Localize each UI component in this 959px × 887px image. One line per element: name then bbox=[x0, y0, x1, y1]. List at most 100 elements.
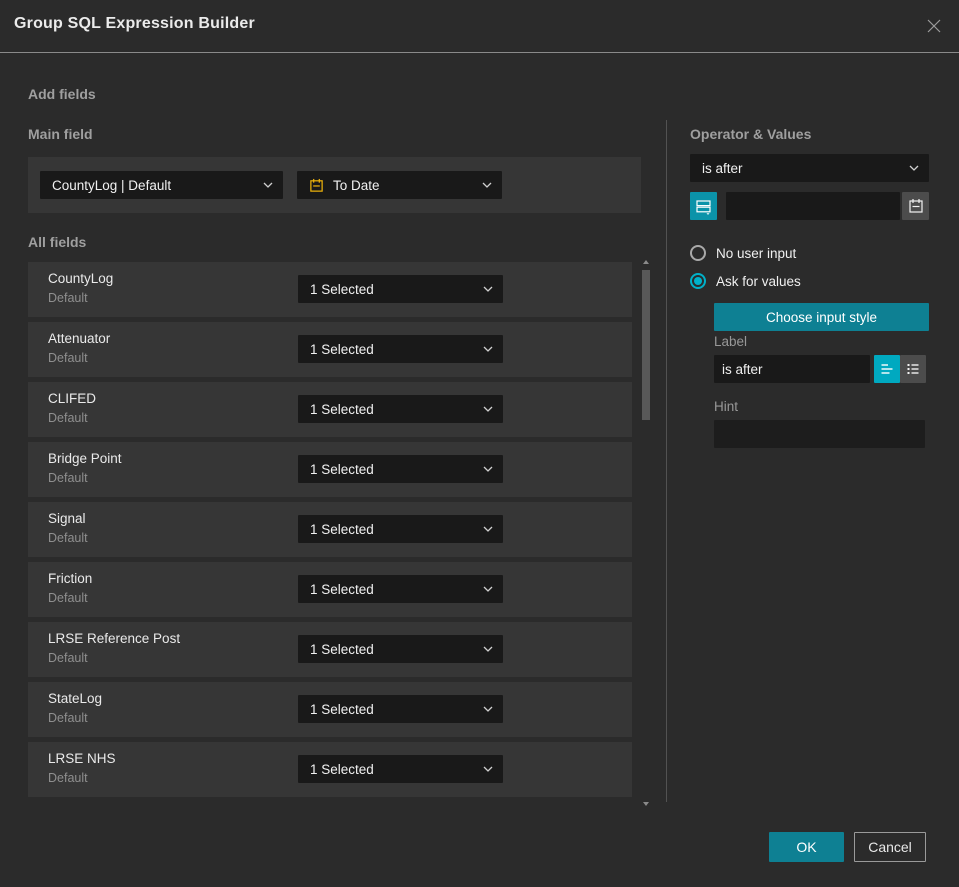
field-row: CountyLog Default 1 Selected bbox=[28, 262, 632, 317]
field-selected-value: 1 Selected bbox=[310, 281, 374, 297]
field-selected-dropdown[interactable]: 1 Selected bbox=[298, 275, 503, 303]
field-name: Friction bbox=[48, 571, 93, 586]
field-selected-value: 1 Selected bbox=[310, 701, 374, 717]
dialog-title: Group SQL Expression Builder bbox=[14, 15, 255, 32]
chevron-down-icon bbox=[482, 182, 492, 188]
field-row: Bridge Point Default 1 Selected bbox=[28, 442, 632, 497]
align-left-icon bbox=[881, 364, 893, 374]
field-selected-value: 1 Selected bbox=[310, 641, 374, 657]
field-selected-dropdown[interactable]: 1 Selected bbox=[298, 575, 503, 603]
ok-button[interactable]: OK bbox=[769, 832, 844, 862]
label-input[interactable] bbox=[714, 355, 870, 383]
main-field-date-value: To Date bbox=[333, 177, 380, 193]
scroll-up-icon[interactable] bbox=[643, 260, 649, 264]
chevron-down-icon bbox=[483, 466, 493, 472]
close-icon bbox=[927, 19, 941, 33]
choose-input-style-button[interactable]: Choose input style bbox=[714, 303, 929, 331]
choose-input-style-label: Choose input style bbox=[765, 309, 878, 325]
field-selected-value: 1 Selected bbox=[310, 581, 374, 597]
value-date-picker-button[interactable] bbox=[902, 192, 929, 220]
list-value-style-button[interactable] bbox=[900, 355, 926, 383]
field-selected-dropdown[interactable]: 1 Selected bbox=[298, 755, 503, 783]
main-field-select-value: CountyLog | Default bbox=[52, 177, 172, 193]
scroll-down-icon[interactable] bbox=[643, 802, 649, 806]
field-selected-dropdown[interactable]: 1 Selected bbox=[298, 635, 503, 663]
field-selected-value: 1 Selected bbox=[310, 461, 374, 477]
panel-divider bbox=[666, 120, 667, 802]
value-input-type-button[interactable] bbox=[690, 192, 717, 220]
field-selected-dropdown[interactable]: 1 Selected bbox=[298, 335, 503, 363]
field-selected-dropdown[interactable]: 1 Selected bbox=[298, 695, 503, 723]
chevron-down-icon bbox=[483, 646, 493, 652]
all-fields-heading: All fields bbox=[28, 234, 87, 250]
field-row: CLIFED Default 1 Selected bbox=[28, 382, 632, 437]
value-input[interactable] bbox=[726, 192, 900, 220]
main-field-panel: CountyLog | Default To Date bbox=[28, 157, 641, 213]
field-selected-dropdown[interactable]: 1 Selected bbox=[298, 395, 503, 423]
ask-for-values-option[interactable]: Ask for values bbox=[690, 273, 801, 289]
field-layer-name: Default bbox=[48, 651, 88, 665]
field-row: Friction Default 1 Selected bbox=[28, 562, 632, 617]
chevron-down-icon bbox=[483, 346, 493, 352]
main-field-date-select[interactable]: To Date bbox=[297, 171, 502, 199]
field-name: LRSE NHS bbox=[48, 751, 116, 766]
field-name: Attenuator bbox=[48, 331, 111, 346]
field-selected-dropdown[interactable]: 1 Selected bbox=[298, 455, 503, 483]
field-row: Attenuator Default 1 Selected bbox=[28, 322, 632, 377]
field-layer-name: Default bbox=[48, 291, 88, 305]
dialog-header: Group SQL Expression Builder bbox=[0, 0, 959, 53]
field-layer-name: Default bbox=[48, 711, 88, 725]
ask-for-values-label: Ask for values bbox=[716, 273, 801, 289]
field-name: StateLog bbox=[48, 691, 103, 706]
radio-selected-icon bbox=[690, 273, 706, 289]
label-caption: Label bbox=[714, 334, 748, 349]
fields-list-scrollbar[interactable] bbox=[641, 258, 651, 808]
chevron-down-icon bbox=[483, 406, 493, 412]
stacked-inputs-icon bbox=[696, 199, 711, 215]
operator-select[interactable]: is after bbox=[690, 154, 929, 182]
operator-select-value: is after bbox=[702, 160, 743, 176]
hint-caption: Hint bbox=[714, 399, 739, 414]
field-selected-value: 1 Selected bbox=[310, 341, 374, 357]
hint-input[interactable] bbox=[714, 420, 925, 448]
chevron-down-icon bbox=[483, 766, 493, 772]
field-layer-name: Default bbox=[48, 531, 88, 545]
field-name: CLIFED bbox=[48, 391, 97, 406]
field-name: LRSE Reference Post bbox=[48, 631, 181, 646]
chevron-down-icon bbox=[263, 182, 273, 188]
field-selected-dropdown[interactable]: 1 Selected bbox=[298, 515, 503, 543]
field-row: StateLog Default 1 Selected bbox=[28, 682, 632, 737]
field-row: LRSE NHS Default 1 Selected bbox=[28, 742, 632, 797]
operator-values-heading: Operator & Values bbox=[690, 126, 812, 142]
no-user-input-label: No user input bbox=[716, 245, 797, 261]
no-user-input-option[interactable]: No user input bbox=[690, 245, 796, 261]
field-layer-name: Default bbox=[48, 471, 88, 485]
field-name: CountyLog bbox=[48, 271, 114, 286]
single-value-style-button[interactable] bbox=[874, 355, 900, 383]
group-sql-expression-builder-dialog: Group SQL Expression Builder Add fields … bbox=[0, 0, 959, 887]
field-row: Signal Default 1 Selected bbox=[28, 502, 632, 557]
main-field-select[interactable]: CountyLog | Default bbox=[40, 171, 283, 199]
list-icon bbox=[907, 364, 919, 374]
field-layer-name: Default bbox=[48, 771, 88, 785]
field-layer-name: Default bbox=[48, 351, 88, 365]
chevron-down-icon bbox=[483, 586, 493, 592]
field-name: Signal bbox=[48, 511, 86, 526]
close-button[interactable] bbox=[922, 14, 946, 38]
calendar-icon bbox=[908, 199, 923, 213]
radio-unselected-icon bbox=[690, 245, 706, 261]
main-field-heading: Main field bbox=[28, 126, 93, 142]
cancel-button-label: Cancel bbox=[868, 839, 912, 855]
ok-button-label: OK bbox=[796, 839, 817, 855]
scrollbar-thumb[interactable] bbox=[642, 270, 650, 420]
field-layer-name: Default bbox=[48, 591, 88, 605]
chevron-down-icon bbox=[483, 286, 493, 292]
field-name: Bridge Point bbox=[48, 451, 122, 466]
field-selected-value: 1 Selected bbox=[310, 401, 374, 417]
field-selected-value: 1 Selected bbox=[310, 761, 374, 777]
chevron-down-icon bbox=[909, 165, 919, 171]
field-layer-name: Default bbox=[48, 411, 88, 425]
field-row: LRSE Reference Post Default 1 Selected bbox=[28, 622, 632, 677]
cancel-button[interactable]: Cancel bbox=[854, 832, 926, 862]
calendar-icon bbox=[309, 178, 324, 193]
